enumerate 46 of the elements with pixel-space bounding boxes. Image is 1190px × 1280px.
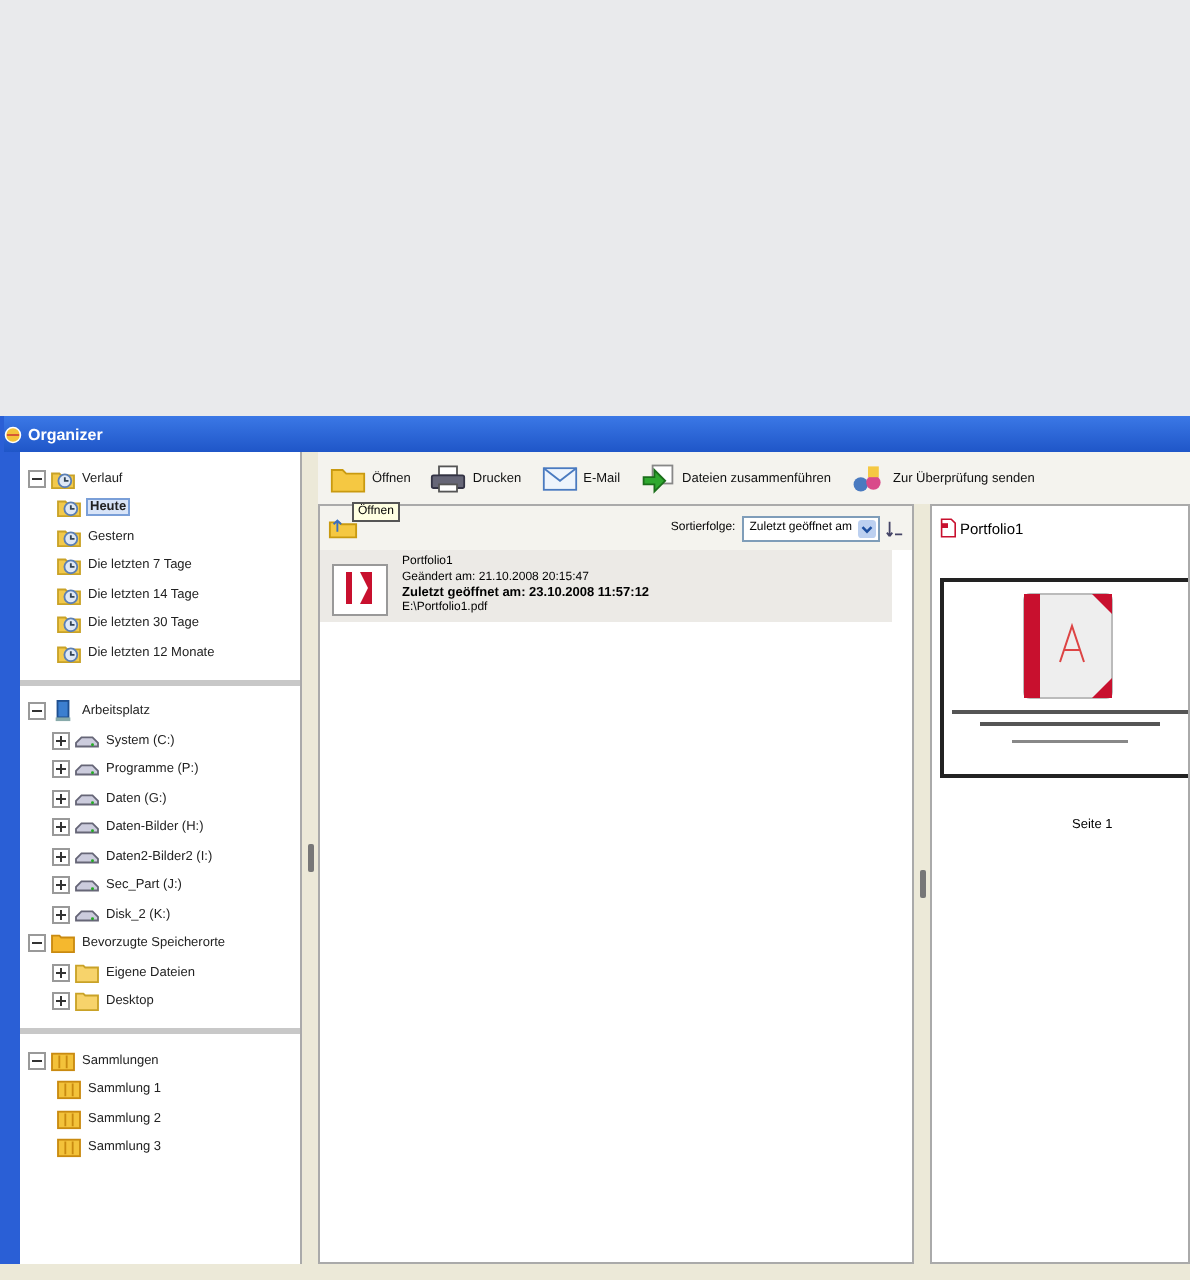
clock-folder-icon <box>50 467 76 490</box>
expand-icon[interactable] <box>52 992 70 1011</box>
clock-folder-icon <box>56 525 82 548</box>
app-icon <box>4 425 22 443</box>
printer-icon <box>430 463 467 493</box>
clock-folder-icon <box>56 641 82 664</box>
expand-icon[interactable] <box>52 760 70 779</box>
folder-icon <box>74 990 100 1013</box>
clock-folder-icon <box>56 496 82 519</box>
computer-icon <box>50 700 76 723</box>
clock-folder-icon <box>56 612 82 635</box>
folder-up-icon[interactable] <box>328 516 358 540</box>
expand-icon[interactable] <box>52 963 70 982</box>
expand-icon[interactable] <box>52 847 70 866</box>
page-thumbnail-drawing[interactable] <box>940 578 1188 778</box>
dropdown-arrow-icon <box>858 519 876 537</box>
expand-icon[interactable] <box>52 731 70 750</box>
review-icon <box>850 463 887 493</box>
splitter-handle[interactable] <box>919 870 925 898</box>
collapse-icon[interactable] <box>28 702 46 721</box>
window-title: Organizer <box>28 425 103 443</box>
collection-folder-icon <box>56 1136 82 1159</box>
collection-folder-icon <box>56 1078 82 1101</box>
drive-icon <box>74 874 100 897</box>
splitter-handle[interactable] <box>307 844 313 872</box>
drive-icon <box>74 758 100 781</box>
merge-arrow-icon <box>640 463 677 493</box>
pdf-file-icon <box>940 518 956 538</box>
collection-folder-icon <box>50 1049 76 1072</box>
expand-icon[interactable] <box>52 789 70 808</box>
expand-icon[interactable] <box>52 876 70 895</box>
drive-icon <box>74 816 100 839</box>
envelope-icon <box>541 463 578 493</box>
folder-icon <box>330 463 366 493</box>
collapse-icon[interactable] <box>28 934 46 953</box>
expand-icon[interactable] <box>52 905 70 924</box>
collapse-icon[interactable] <box>28 1051 46 1070</box>
folder-icon <box>74 961 100 984</box>
pdf-portfolio-icon <box>330 564 390 616</box>
expand-icon[interactable] <box>52 818 70 837</box>
collection-folder-icon <box>56 1107 82 1130</box>
folder-icon <box>50 932 76 955</box>
collapse-icon[interactable] <box>28 469 46 488</box>
clock-folder-icon <box>56 583 82 606</box>
clock-folder-icon <box>56 554 82 577</box>
sort-icon[interactable] <box>886 519 904 537</box>
